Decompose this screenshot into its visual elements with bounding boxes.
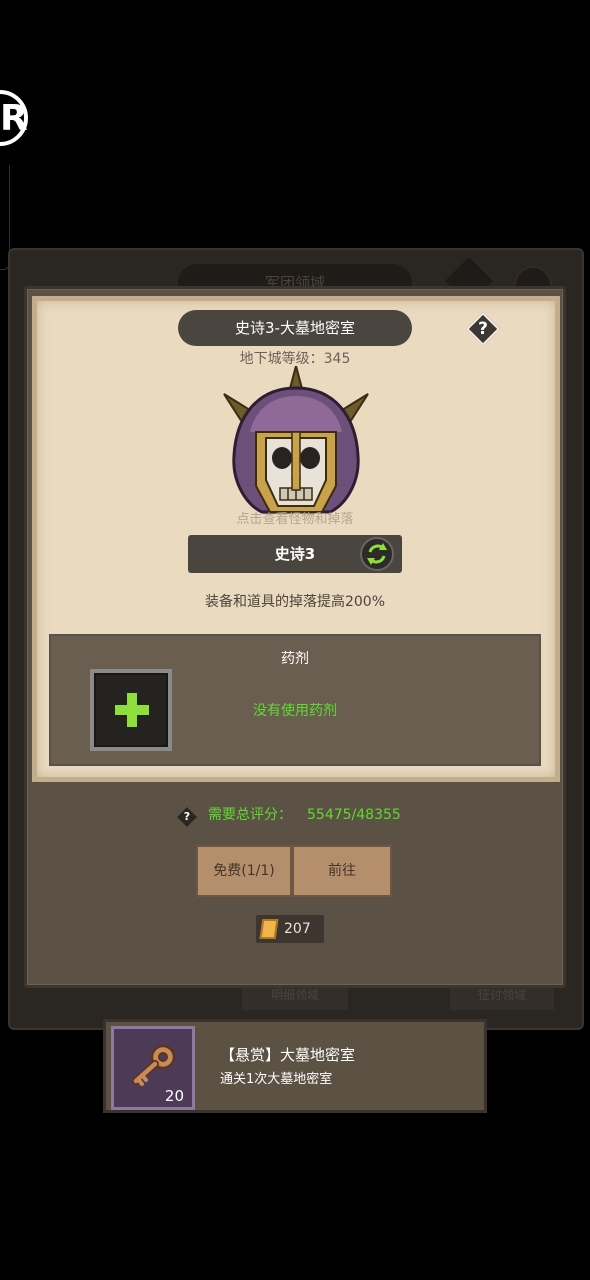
free-entry-button[interactable]: 免费(1/1) (196, 845, 292, 897)
key-icon (132, 1044, 176, 1086)
dungeon-title: 史诗3-大墓地密室 (178, 310, 412, 346)
potion-add-button[interactable] (90, 669, 172, 751)
app-logo-icon: R (0, 90, 28, 146)
dungeon-level-label: 地下城等级：345 (239, 351, 351, 367)
quest-item-count: 20 (164, 1087, 184, 1105)
tap-hint: 点击查看怪物和掉落 (236, 512, 354, 527)
ticket-count: 207 (284, 921, 311, 937)
help-button[interactable]: ? (466, 312, 500, 346)
difficulty-selector[interactable]: 史诗3 (188, 535, 402, 573)
required-score: ? 需要总评分： 55475/48355 (176, 804, 436, 828)
score-help-label: ? (183, 810, 191, 823)
required-score-value: 55475/48355 (307, 807, 401, 823)
quest-title: 【悬赏】大墓地密室 (220, 1046, 356, 1064)
help-label: ? (478, 319, 488, 339)
potion-status: 没有使用药剂 (253, 703, 337, 719)
quest-reward-slot: 20 (111, 1026, 195, 1110)
boss-helmet-icon[interactable] (218, 366, 374, 516)
scroll-ticket-icon (259, 919, 279, 939)
potion-title: 药剂 (281, 651, 309, 667)
required-score-label: 需要总评分： (208, 807, 292, 823)
score-help-icon[interactable]: ? (176, 806, 198, 828)
ticket-counter: 207 (256, 915, 324, 943)
refresh-icon[interactable] (360, 537, 394, 571)
quest-description: 通关1次大墓地密室 (220, 1072, 333, 1087)
drop-bonus-text: 装备和道具的掉落提高200% (204, 594, 386, 610)
go-button[interactable]: 前往 (292, 845, 392, 897)
